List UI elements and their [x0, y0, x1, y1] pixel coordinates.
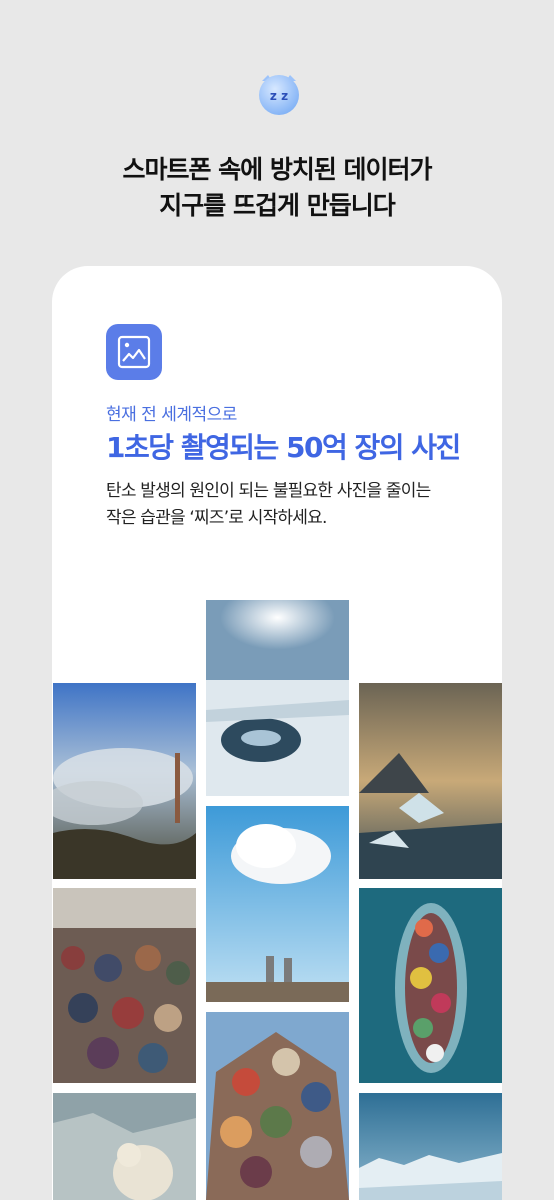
headline-line-2: 지구를 뜨겁게 만듭니다: [159, 191, 395, 220]
clothes-pile-photo: [206, 1012, 349, 1200]
page-headline: 스마트폰 속에 방치된 데이터가 지구를 뜨겁게 만듭니다: [0, 152, 554, 224]
ocean-waste-island-photo: [359, 888, 502, 1083]
factory-smoke-photo: [53, 683, 196, 879]
sleeping-zz-mascot-icon: z z: [256, 71, 302, 117]
mascot-zz-text: z z: [270, 89, 288, 103]
card-title: 1초당 촬영되는 50억 장의 사진: [106, 431, 461, 464]
polluted-landfill-photo: [53, 888, 196, 1083]
arctic-ice-photo: [359, 1093, 502, 1200]
photo-gallery-icon: [106, 324, 162, 380]
iceberg-mountain-photo: [359, 683, 502, 879]
card-eyebrow: 현재 전 세계적으로: [106, 405, 237, 425]
headline-line-1: 스마트폰 속에 방치된 데이터가: [122, 155, 432, 184]
polar-bear-photo: [53, 1093, 196, 1200]
description-line-2: 작은 습관을 ‘찌즈’로 시작하세요.: [106, 508, 327, 528]
description-line-1: 탄소 발생의 원인이 되는 불필요한 사진을 줄이는: [106, 481, 431, 501]
melting-ice-photo: [206, 600, 349, 796]
power-plant-cloud-photo: [206, 806, 349, 1002]
card-description: 탄소 발생의 원인이 되는 불필요한 사진을 줄이는 작은 습관을 ‘찌즈’로 …: [106, 478, 486, 532]
